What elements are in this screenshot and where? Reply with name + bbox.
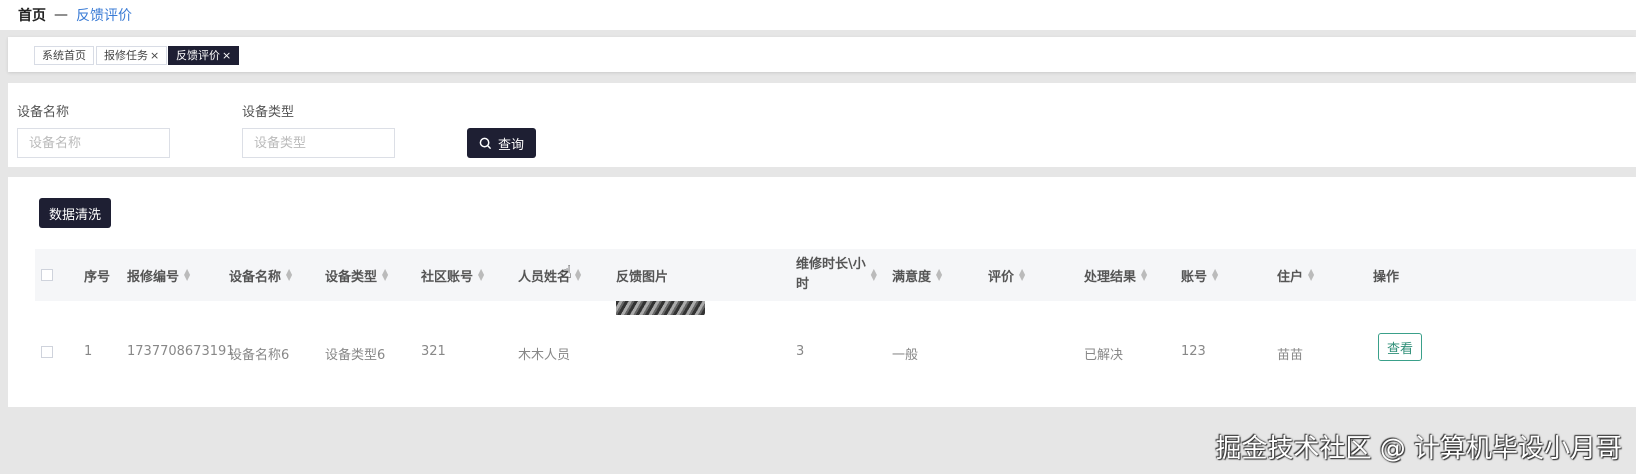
cell-account: 123 (1181, 344, 1206, 359)
cell-repair-hours: 3 (796, 344, 805, 359)
column-header-device-name[interactable]: 设备名称 ▲ ▼ (229, 249, 292, 301)
sort-icon[interactable]: ▲ ▼ (382, 268, 388, 282)
tag-system-home[interactable]: 系统首页 (34, 46, 94, 65)
column-header-repair-no[interactable]: 报修编号 ▲ ▼ (127, 249, 190, 301)
table-row: 1 1737708673191 设备名称6 设备类型6 321 木木人员 3 一… (35, 301, 1636, 397)
search-icon (479, 137, 492, 149)
query-button[interactable]: 查询 (467, 128, 536, 158)
feedback-image-thumbnail[interactable] (616, 301, 705, 315)
hand-cursor-icon: ☝ (561, 262, 572, 283)
close-icon[interactable]: × (222, 49, 231, 62)
close-icon[interactable]: × (150, 49, 159, 62)
cell-staff-name: 木木人员 (518, 348, 571, 363)
column-header-device-type[interactable]: 设备类型 ▲ ▼ (325, 249, 388, 301)
device-name-input[interactable] (17, 128, 170, 158)
watermark: 掘金技术社区 @ 计算机毕设小月哥 (1215, 434, 1622, 464)
cell-repair-no: 1737708673191 (127, 344, 235, 359)
tag-repair-tasks[interactable]: 报修任务 × (96, 46, 168, 65)
breadcrumb-current: 反馈评价 (76, 8, 132, 24)
tag-label: 反馈评价 (176, 49, 220, 62)
sort-icon[interactable]: ▲ ▼ (936, 268, 942, 282)
tag-label: 系统首页 (42, 49, 86, 62)
column-header-action: 操作 (1373, 269, 1400, 285)
table-header: 序号 报修编号 ▲ ▼ 设备名称 ▲ ▼ 设备类型 ▲ ▼ 社区账号 ▲ ▼ 人员姓名 ▲ ▼ 反馈… (35, 249, 1636, 301)
query-label: 查询 (497, 137, 524, 153)
select-all-checkbox[interactable] (41, 269, 53, 281)
sort-icon[interactable]: ▲ ▼ (286, 268, 292, 282)
breadcrumb: 首页 — 反馈评价 (0, 0, 1636, 30)
cell-community-account: 321 (421, 344, 446, 359)
table-panel: 数据清洗 序号 报修编号 ▲ ▼ 设备名称 ▲ ▼ 设备类型 ▲ ▼ 社区账号 ▲ ▼ 人员姓名… (8, 177, 1636, 407)
cell-resident: 苗苗 (1277, 348, 1304, 363)
device-type-label: 设备类型 (242, 105, 295, 120)
column-header-feedback-image: 反馈图片 (616, 269, 669, 285)
device-type-input[interactable] (242, 128, 395, 158)
column-header-index: 序号 (84, 269, 111, 285)
sort-icon[interactable]: ▲ ▼ (478, 268, 484, 282)
column-header-result[interactable]: 处理结果 ▲ ▼ (1084, 249, 1147, 301)
cell-device-name: 设备名称6 (229, 348, 290, 363)
search-panel: 设备名称 设备类型 查询 (8, 83, 1636, 167)
breadcrumb-separator: — (54, 7, 68, 23)
breadcrumb-home[interactable]: 首页 (18, 5, 46, 25)
cell-result: 已解决 (1084, 348, 1124, 363)
column-header-satisfaction[interactable]: 满意度 ▲ ▼ (892, 249, 942, 301)
column-header-evaluation[interactable]: 评价 ▲ ▼ (988, 249, 1025, 301)
cell-satisfaction: 一般 (892, 348, 919, 363)
tags-bar: 系统首页 报修任务 × 反馈评价 × (8, 37, 1636, 72)
sort-icon[interactable]: ▲ ▼ (184, 268, 190, 282)
column-header-repair-hours[interactable]: 维修时长\小时 ▲ ▼ (796, 249, 877, 301)
sort-icon[interactable]: ▲ ▼ (1308, 268, 1314, 282)
row-checkbox[interactable] (41, 346, 53, 358)
device-name-label: 设备名称 (17, 105, 70, 120)
sort-icon[interactable]: ▲ ▼ (575, 268, 581, 282)
sort-icon[interactable]: ▲ ▼ (1141, 268, 1147, 282)
cell-device-type: 设备类型6 (325, 348, 386, 363)
column-header-resident[interactable]: 住户 ▲ ▼ (1277, 249, 1314, 301)
column-header-community-account[interactable]: 社区账号 ▲ ▼ (421, 249, 484, 301)
tag-label: 报修任务 (104, 49, 148, 62)
sort-icon[interactable]: ▲ ▼ (1019, 268, 1025, 282)
view-button[interactable]: 查看 (1378, 333, 1422, 361)
sort-icon[interactable]: ▲ ▼ (871, 268, 877, 282)
tag-feedback[interactable]: 反馈评价 × (168, 46, 240, 65)
cell-index: 1 (84, 344, 93, 359)
sort-icon[interactable]: ▲ ▼ (1212, 268, 1218, 282)
column-header-account[interactable]: 账号 ▲ ▼ (1181, 249, 1218, 301)
data-clean-button[interactable]: 数据清洗 (39, 198, 111, 228)
